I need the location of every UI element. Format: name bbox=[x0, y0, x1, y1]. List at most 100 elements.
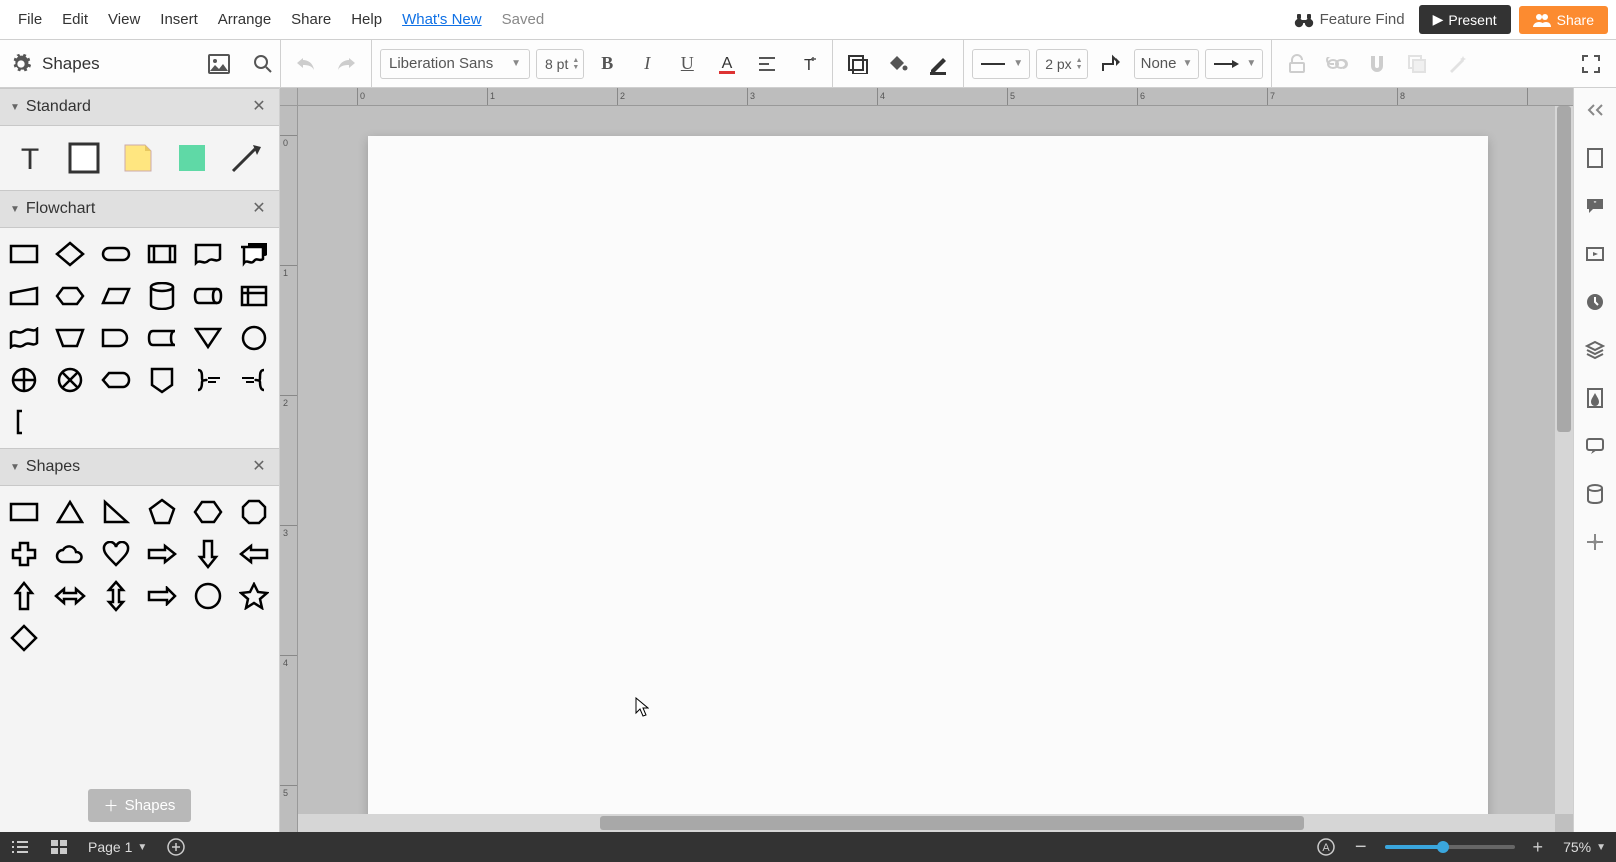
shape-star[interactable] bbox=[238, 580, 270, 612]
font-size-spinner[interactable]: 8 pt ▲▼ bbox=[536, 49, 584, 79]
close-icon[interactable]: ✕ bbox=[249, 97, 269, 117]
comments-panel-icon[interactable]: '' bbox=[1583, 194, 1607, 218]
themes-panel-icon[interactable] bbox=[1583, 386, 1607, 410]
undo-button[interactable] bbox=[289, 47, 323, 81]
shape-merge[interactable] bbox=[192, 322, 224, 354]
redo-button[interactable] bbox=[329, 47, 363, 81]
shape-brace-right[interactable] bbox=[192, 364, 224, 396]
horizontal-scrollbar[interactable] bbox=[298, 814, 1555, 832]
data-panel-icon[interactable] bbox=[1583, 482, 1607, 506]
menu-view[interactable]: View bbox=[98, 3, 150, 36]
shape-or[interactable] bbox=[8, 364, 40, 396]
shape-database[interactable] bbox=[146, 280, 178, 312]
shape-decision[interactable] bbox=[54, 238, 86, 270]
start-arrow-dropdown[interactable]: None ▼ bbox=[1134, 49, 1200, 79]
shape-process[interactable] bbox=[8, 238, 40, 270]
shape-terminator[interactable] bbox=[100, 238, 132, 270]
text-align-button[interactable] bbox=[750, 47, 784, 81]
shape-internal-storage[interactable] bbox=[238, 280, 270, 312]
shape-hotspot[interactable] bbox=[174, 140, 210, 176]
shape-diamond[interactable] bbox=[8, 622, 40, 654]
history-panel-icon[interactable] bbox=[1583, 290, 1607, 314]
menu-arrange[interactable]: Arrange bbox=[208, 3, 281, 36]
shape-manual-op[interactable] bbox=[54, 322, 86, 354]
shape-stored-data[interactable] bbox=[146, 322, 178, 354]
shape-document[interactable] bbox=[192, 238, 224, 270]
shape-arrow-up[interactable] bbox=[8, 580, 40, 612]
shape-hexagon[interactable] bbox=[192, 496, 224, 528]
page-selector[interactable]: Page 1 ▼ bbox=[78, 839, 157, 855]
menu-share[interactable]: Share bbox=[281, 3, 341, 36]
shape-brace-left[interactable] bbox=[238, 364, 270, 396]
shape-arrow-right[interactable] bbox=[146, 538, 178, 570]
actions-panel-icon[interactable] bbox=[1583, 530, 1607, 554]
menu-help[interactable]: Help bbox=[341, 3, 392, 36]
bold-button[interactable]: B bbox=[590, 47, 624, 81]
shape-summing[interactable] bbox=[54, 364, 86, 396]
shape-data[interactable] bbox=[100, 280, 132, 312]
line-style-dropdown[interactable]: ▼ bbox=[972, 49, 1030, 79]
shape-block[interactable] bbox=[66, 140, 102, 176]
close-icon[interactable]: ✕ bbox=[249, 199, 269, 219]
shape-cross[interactable] bbox=[8, 538, 40, 570]
shape-bracket[interactable] bbox=[8, 406, 40, 438]
thumbnails-button[interactable] bbox=[40, 832, 78, 862]
collapse-panel-icon[interactable] bbox=[1583, 98, 1607, 122]
shape-octagon[interactable] bbox=[238, 496, 270, 528]
end-arrow-dropdown[interactable]: ▼ bbox=[1205, 49, 1263, 79]
shape-circle[interactable] bbox=[192, 580, 224, 612]
menu-insert[interactable]: Insert bbox=[150, 3, 208, 36]
lock-button[interactable] bbox=[1280, 47, 1314, 81]
italic-button[interactable]: I bbox=[630, 47, 664, 81]
fill-color-button[interactable] bbox=[881, 47, 915, 81]
share-button[interactable]: Share bbox=[1519, 6, 1608, 34]
zoom-dropdown[interactable]: 75% ▼ bbox=[1553, 839, 1616, 855]
menu-whatsnew[interactable]: What's New bbox=[392, 3, 492, 36]
shape-note[interactable] bbox=[120, 140, 156, 176]
zoom-out-button[interactable]: − bbox=[1345, 832, 1377, 862]
close-icon[interactable]: ✕ bbox=[249, 457, 269, 477]
page-panel-icon[interactable] bbox=[1583, 146, 1607, 170]
magnet-button[interactable] bbox=[1360, 47, 1394, 81]
shape-delay[interactable] bbox=[100, 322, 132, 354]
shape-offpage[interactable] bbox=[146, 364, 178, 396]
canvas-area[interactable]: 0 1 2 3 4 5 6 7 8 0 1 2 3 4 5 bbox=[280, 88, 1573, 832]
layer-button[interactable] bbox=[1400, 47, 1434, 81]
slides-panel-icon[interactable] bbox=[1583, 242, 1607, 266]
line-width-spinner[interactable]: 2 px ▲▼ bbox=[1036, 49, 1087, 79]
shape-pentagon[interactable] bbox=[146, 496, 178, 528]
category-shapes-header[interactable]: ▼ Shapes ✕ bbox=[0, 448, 279, 486]
add-page-button[interactable] bbox=[157, 832, 195, 862]
image-button[interactable] bbox=[202, 47, 236, 81]
fill-shape-button[interactable] bbox=[841, 47, 875, 81]
shape-right-triangle[interactable] bbox=[100, 496, 132, 528]
font-family-dropdown[interactable]: Liberation Sans ▼ bbox=[380, 49, 530, 79]
shape-callout-right[interactable] bbox=[146, 580, 178, 612]
menu-edit[interactable]: Edit bbox=[52, 3, 98, 36]
shape-line[interactable] bbox=[228, 140, 264, 176]
shape-direct-data[interactable] bbox=[192, 280, 224, 312]
chat-panel-icon[interactable] bbox=[1583, 434, 1607, 458]
present-button[interactable]: ▶ Present bbox=[1419, 5, 1511, 34]
connector-style-button[interactable] bbox=[1094, 47, 1128, 81]
search-shapes-button[interactable] bbox=[246, 47, 280, 81]
category-flowchart-header[interactable]: ▼ Flowchart ✕ bbox=[0, 190, 279, 228]
magic-button[interactable] bbox=[1440, 47, 1474, 81]
fullscreen-button[interactable] bbox=[1574, 47, 1608, 81]
border-color-button[interactable] bbox=[921, 47, 955, 81]
shape-triangle[interactable] bbox=[54, 496, 86, 528]
more-shapes-button[interactable]: ＋ Shapes bbox=[88, 789, 192, 822]
shape-multidoc[interactable] bbox=[238, 238, 270, 270]
link-button[interactable] bbox=[1320, 47, 1354, 81]
notifications-button[interactable]: A bbox=[1307, 832, 1345, 862]
shape-preparation[interactable] bbox=[54, 280, 86, 312]
shape-arrow-down[interactable] bbox=[192, 538, 224, 570]
category-standard-header[interactable]: ▼ Standard ✕ bbox=[0, 88, 279, 126]
feature-find-button[interactable]: Feature Find bbox=[1294, 11, 1405, 28]
shape-cloud[interactable] bbox=[54, 538, 86, 570]
shape-predefined[interactable] bbox=[146, 238, 178, 270]
zoom-in-button[interactable]: + bbox=[1523, 832, 1554, 862]
vertical-scrollbar[interactable] bbox=[1555, 106, 1573, 814]
shape-manual-input[interactable] bbox=[8, 280, 40, 312]
shape-arrow-leftright[interactable] bbox=[54, 580, 86, 612]
